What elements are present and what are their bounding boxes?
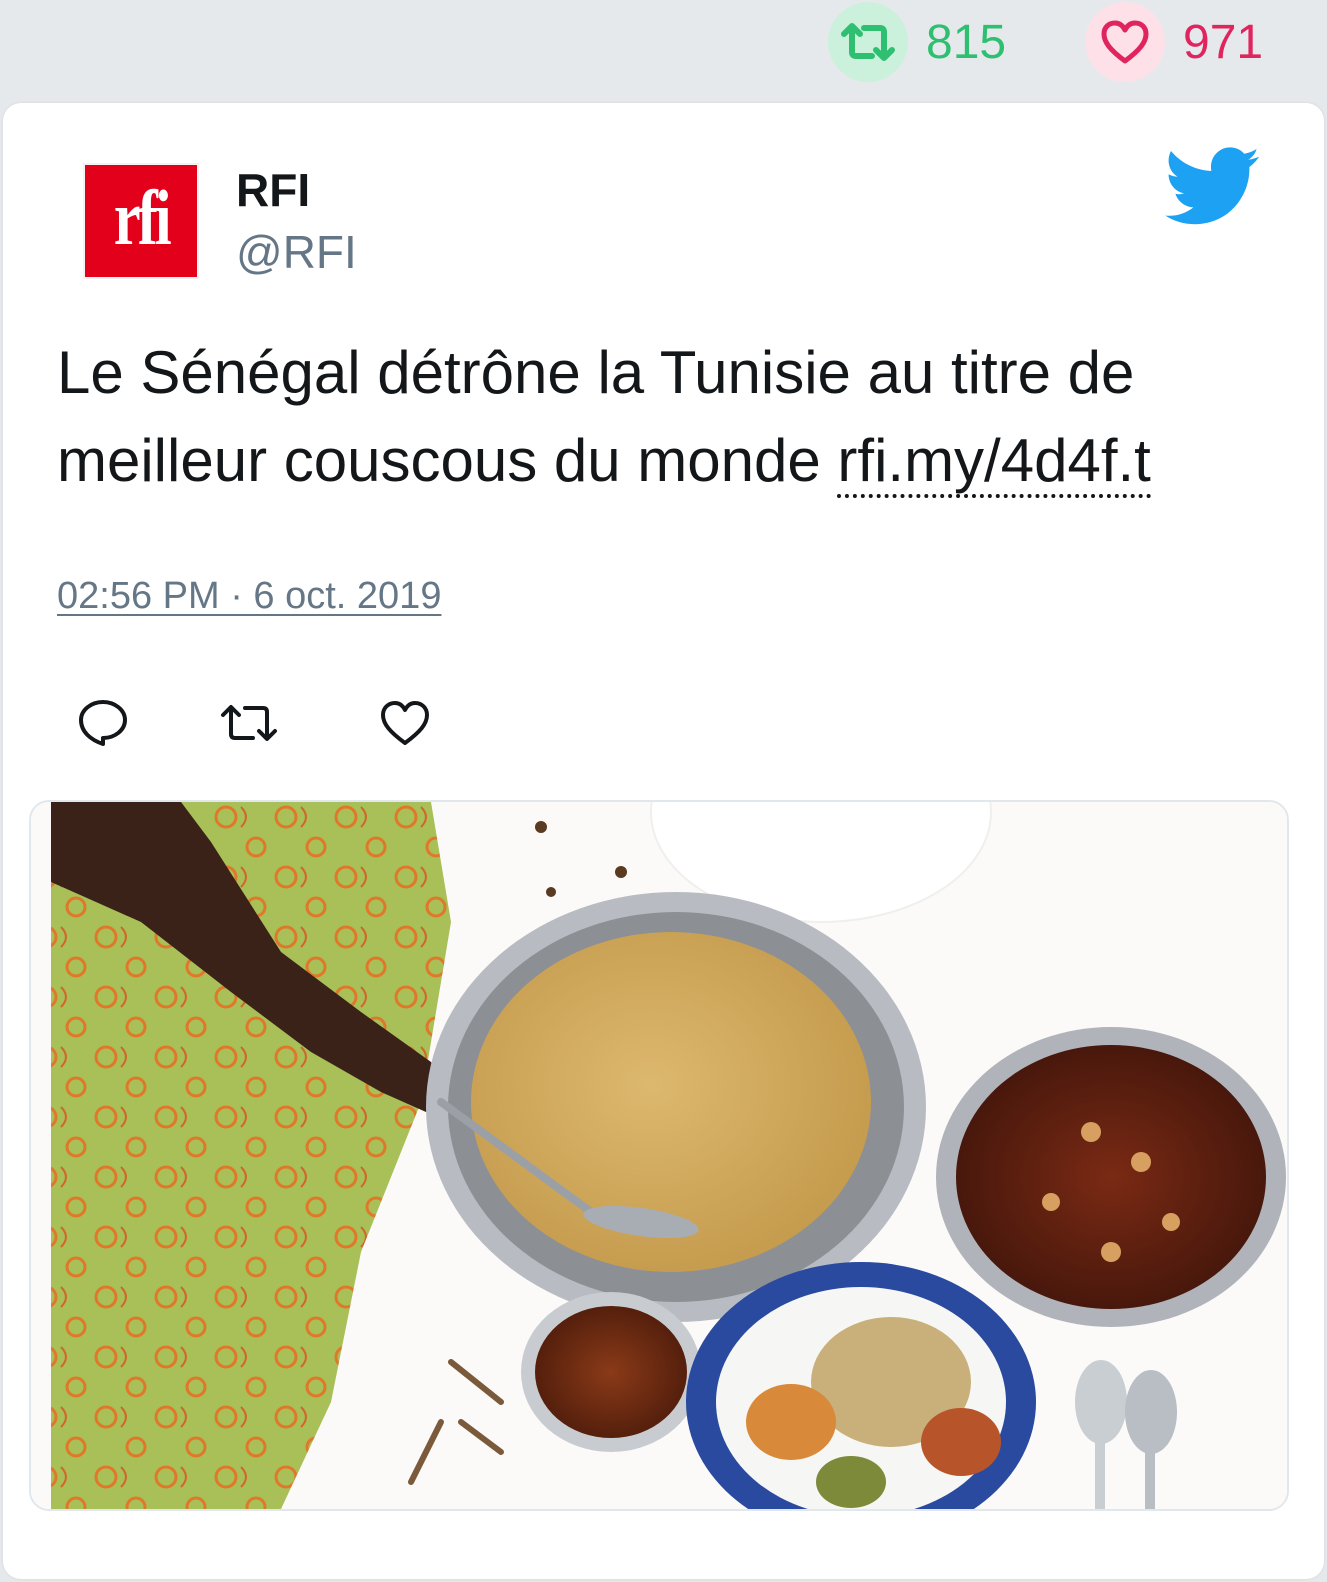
twitter-bird-icon[interactable] — [1165, 147, 1261, 227]
like-button[interactable] — [375, 693, 435, 753]
retweet-stat-circle — [828, 2, 908, 82]
tweet-text: Le Sénégal détrône la Tunisie au titre d… — [57, 329, 1277, 505]
rfi-logo: rfi — [113, 174, 172, 261]
engagement-stats: 815 971 — [0, 0, 1327, 100]
heart-icon — [1101, 20, 1149, 64]
tweet-card: rfi RFI @RFI Le Sénégal détrône la Tunis… — [3, 103, 1324, 1579]
reply-icon — [79, 700, 127, 746]
retweet-icon — [841, 23, 895, 61]
tweet-link[interactable]: rfi.my/4d4f.t — [837, 427, 1151, 498]
heart-icon — [381, 701, 429, 745]
tweet-photo[interactable] — [29, 800, 1289, 1511]
like-stat-circle — [1085, 2, 1165, 82]
avatar[interactable]: rfi — [83, 163, 199, 279]
retweet-stat[interactable]: 815 — [828, 2, 1006, 82]
author-name[interactable]: RFI — [236, 163, 310, 217]
tweet-timestamp[interactable]: 02:56 PM · 6 oct. 2019 — [57, 575, 441, 618]
author-handle[interactable]: @RFI — [236, 225, 357, 279]
like-stat[interactable]: 971 — [1085, 2, 1263, 82]
like-count: 971 — [1183, 15, 1264, 69]
couscous-photo — [31, 802, 1287, 1509]
reply-button[interactable] — [73, 693, 133, 753]
retweet-count: 815 — [926, 15, 1007, 69]
retweet-icon — [221, 705, 277, 741]
retweet-button[interactable] — [219, 693, 279, 753]
